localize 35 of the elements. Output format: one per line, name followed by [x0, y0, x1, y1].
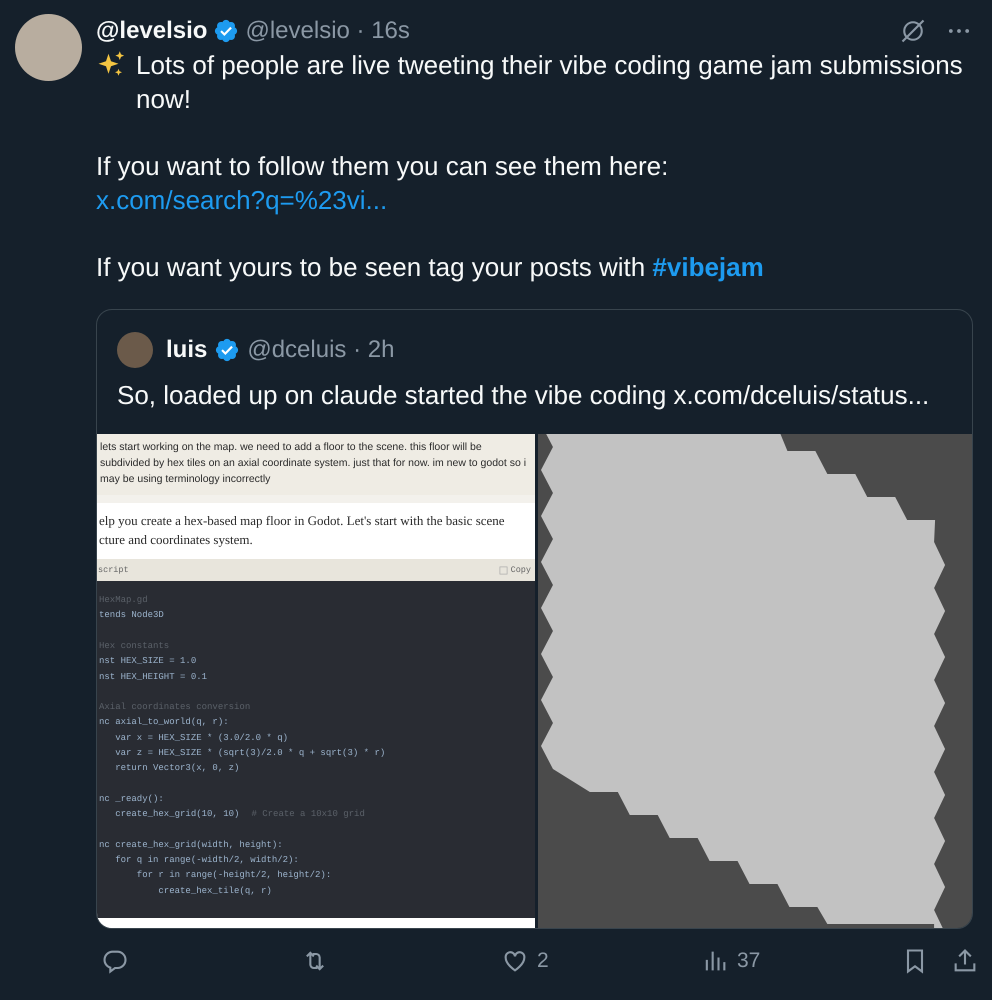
code-line: create_hex_grid(10, 10) — [114, 808, 240, 822]
author-name[interactable]: @levelsio — [96, 17, 208, 45]
slashed-circle-icon[interactable] — [899, 17, 927, 45]
code-line: nst HEX_SIZE = 1.0 — [99, 655, 196, 668]
author-handle-time: @levelsio · 16s — [245, 17, 410, 45]
copy-icon — [498, 566, 508, 575]
code-line: create_hex_tile(q, r) — [157, 884, 272, 898]
post-link[interactable]: x.com/dceluis/status... — [674, 380, 930, 410]
action-count: 37 — [737, 949, 760, 973]
hex-map-drawing[interactable] — [538, 434, 972, 928]
code-line: return Vector3(x, 0, z) — [114, 762, 240, 776]
code-line: nc _ready(): — [99, 792, 164, 806]
action-count: 2 — [537, 949, 549, 973]
code-line: for r in range(-height/2, height/2): — [136, 869, 332, 882]
quoted-post-text: So, loaded up on claude started the vibe coding x.com/dceluis/status... — [117, 379, 930, 412]
assistant-reply: elp you create a hex-based map floor in Godot. Let's start with the basic scene cture and coordinates system. — [98, 512, 506, 549]
code-line: tends Node3D — [99, 609, 164, 622]
author-name[interactable]: luis — [166, 336, 208, 364]
code-line: nc create_hex_grid(width, height): — [99, 838, 283, 852]
code-line: nc axial_to_world(q, r): — [99, 716, 229, 730]
post-link[interactable]: x.com/search?q=%23vi... — [96, 183, 388, 217]
code-line: var z = HEX_SIZE * (sqrt(3)/2.0 * q + sqrt(3) * r) — [114, 747, 386, 760]
code-language: script — [98, 565, 129, 576]
user-message: lets start working on the map. we need to add a floor to the scene. this floor will be subdivided by hex tiles on an axial coordinate system. just that for now. im new to godot so i may be using terminology incorrectly — [97, 434, 535, 503]
code-line: for q in range(-width/2, width/2): — [114, 854, 299, 868]
chat-screenshot[interactable] — [97, 434, 535, 928]
author-handle-time: @dceluis · 2h — [247, 336, 394, 364]
hashtag-link[interactable]: #vibejam — [652, 252, 764, 282]
post-text: If you want to follow them you can see them here: — [96, 150, 668, 183]
code-line: var x = HEX_SIZE * (3.0/2.0 * q) — [114, 732, 288, 745]
post-text: Lots of people are live tweeting their vibe coding game jam submissions now! — [136, 49, 964, 116]
post-text: If you want yours to be seen tag your posts with #vibejam — [96, 251, 765, 284]
quoted-post[interactable] — [96, 309, 973, 929]
code-line: nst HEX_HEIGHT = 0.1 — [99, 670, 208, 684]
copy-button[interactable]: Copy — [498, 565, 531, 576]
